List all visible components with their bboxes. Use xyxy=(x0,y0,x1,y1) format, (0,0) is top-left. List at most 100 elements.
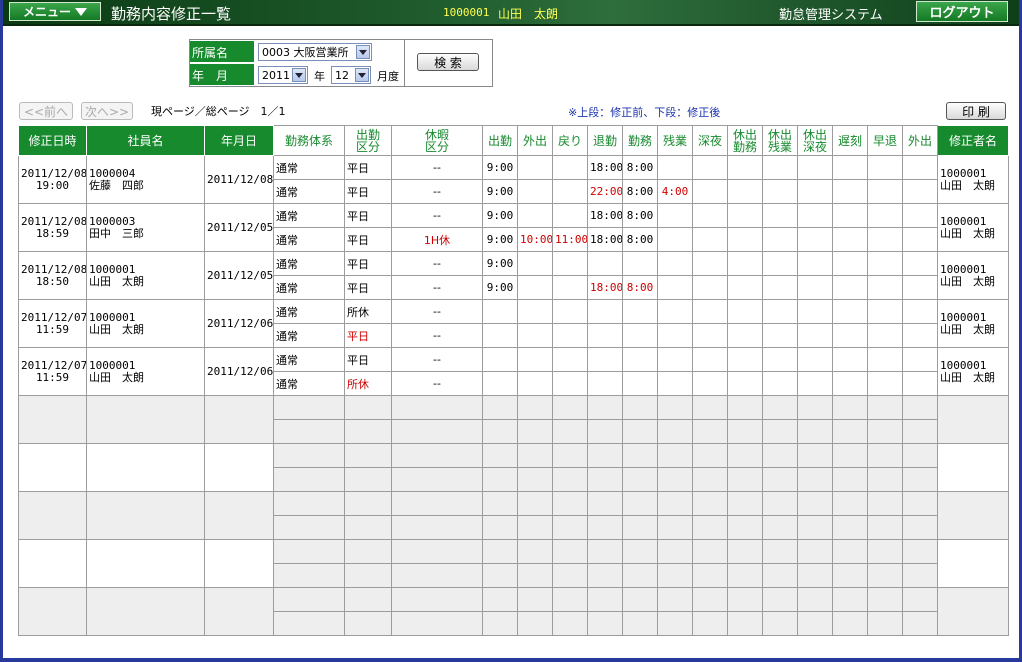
time-cell-ot: 4:00 xyxy=(657,179,693,204)
empty-cell xyxy=(797,251,833,276)
empty-cell xyxy=(517,467,553,492)
col-clock-in: 出勤 xyxy=(482,125,518,156)
prev-page-button[interactable]: <<前へ xyxy=(19,102,73,120)
empty-cell xyxy=(482,563,518,588)
empty-cell xyxy=(832,587,868,612)
empty-cell xyxy=(587,587,623,612)
empty-cell xyxy=(692,251,728,276)
time-cell-leave_t: 18:00 xyxy=(587,227,623,252)
empty-cell xyxy=(204,395,274,444)
time-cell-ret xyxy=(552,323,588,348)
empty-cell xyxy=(902,179,938,204)
empty-cell xyxy=(727,227,763,252)
time-cell-out xyxy=(517,299,553,324)
empty-cell xyxy=(657,419,693,444)
leave-type-cell: 1H休 xyxy=(391,227,483,252)
time-cell-in xyxy=(482,347,518,372)
empty-cell xyxy=(902,467,938,492)
empty-cell xyxy=(902,371,938,396)
empty-cell xyxy=(517,515,553,540)
empty-cell xyxy=(204,443,274,492)
time-cell-in xyxy=(482,299,518,324)
empty-cell xyxy=(622,467,658,492)
empty-cell xyxy=(622,515,658,540)
next-page-button[interactable]: 次へ>> xyxy=(81,102,133,120)
target-date-cell: 2011/12/05 xyxy=(204,203,274,252)
time-cell-out xyxy=(517,323,553,348)
empty-cell xyxy=(902,275,938,300)
empty-cell xyxy=(832,251,868,276)
empty-cell xyxy=(482,443,518,468)
empty-cell xyxy=(727,515,763,540)
empty-cell xyxy=(692,347,728,372)
empty-cell xyxy=(867,443,903,468)
empty-cell xyxy=(867,179,903,204)
empty-cell xyxy=(517,491,553,516)
empty-cell xyxy=(797,275,833,300)
leave-type-cell: -- xyxy=(391,299,483,324)
time-cell-work: 8:00 xyxy=(622,227,658,252)
empty-cell xyxy=(517,587,553,612)
time-cell-work xyxy=(622,251,658,276)
year-select[interactable]: 2011 xyxy=(258,66,308,84)
empty-cell xyxy=(902,443,938,468)
empty-cell xyxy=(797,227,833,252)
empty-cell xyxy=(692,323,728,348)
empty-cell xyxy=(587,515,623,540)
time-cell-out xyxy=(517,275,553,300)
col-late: 遅刻 xyxy=(832,125,868,156)
empty-cell xyxy=(587,395,623,420)
time-cell-work xyxy=(622,347,658,372)
empty-cell xyxy=(18,443,87,492)
attendance-type-cell: 所休 xyxy=(344,371,392,396)
leave-type-cell: -- xyxy=(391,251,483,276)
time-cell-leave_t xyxy=(587,323,623,348)
dept-select[interactable]: 0003 大阪営業所 xyxy=(258,43,372,61)
empty-cell xyxy=(587,419,623,444)
empty-cell xyxy=(391,443,483,468)
empty-cell xyxy=(832,419,868,444)
empty-cell xyxy=(797,323,833,348)
logout-button[interactable]: ログアウト xyxy=(916,1,1008,22)
attendance-type-cell: 平日 xyxy=(344,275,392,300)
empty-cell xyxy=(587,491,623,516)
empty-cell xyxy=(517,443,553,468)
empty-cell xyxy=(86,395,205,444)
dept-label: 所属名 xyxy=(190,41,254,63)
empty-cell xyxy=(552,587,588,612)
search-button[interactable]: 検 索 xyxy=(417,53,479,71)
attendance-type-cell: 平日 xyxy=(344,203,392,228)
empty-cell xyxy=(622,587,658,612)
empty-cell xyxy=(657,539,693,564)
month-select[interactable]: 12 xyxy=(331,66,371,84)
empty-cell xyxy=(391,539,483,564)
attendance-type-cell: 平日 xyxy=(344,179,392,204)
print-button[interactable]: 印 刷 xyxy=(946,102,1006,120)
empty-cell xyxy=(797,155,833,180)
empty-cell xyxy=(727,587,763,612)
table-row-before: 2011/12/07 11:59 1000001 山田 太朗 2011/12/06 通常平… xyxy=(18,347,1009,396)
empty-cell xyxy=(762,203,798,228)
table-row-before: 2011/12/08 19:00 1000004 佐藤 四郎 2011/12/08 通常平… xyxy=(18,155,1009,204)
empty-cell xyxy=(657,467,693,492)
empty-cell xyxy=(692,491,728,516)
col-overtime: 残業 xyxy=(657,125,693,156)
time-cell-leave_t xyxy=(587,347,623,372)
empty-cell xyxy=(832,227,868,252)
empty-cell xyxy=(727,443,763,468)
empty-cell xyxy=(762,299,798,324)
time-cell-ret xyxy=(552,347,588,372)
time-cell-ot xyxy=(657,227,693,252)
target-date-cell: 2011/12/05 xyxy=(204,251,274,300)
empty-cell xyxy=(832,443,868,468)
col-holiday-overtime: 休出 残業 xyxy=(762,125,798,156)
user-name: 山田 太朗 xyxy=(498,7,559,21)
empty-cell xyxy=(657,563,693,588)
menu-button[interactable]: メニュー xyxy=(9,2,101,21)
empty-cell xyxy=(902,491,938,516)
empty-cell xyxy=(797,299,833,324)
time-cell-ot xyxy=(657,275,693,300)
empty-cell xyxy=(273,587,345,612)
empty-cell xyxy=(727,179,763,204)
time-cell-ret xyxy=(552,299,588,324)
